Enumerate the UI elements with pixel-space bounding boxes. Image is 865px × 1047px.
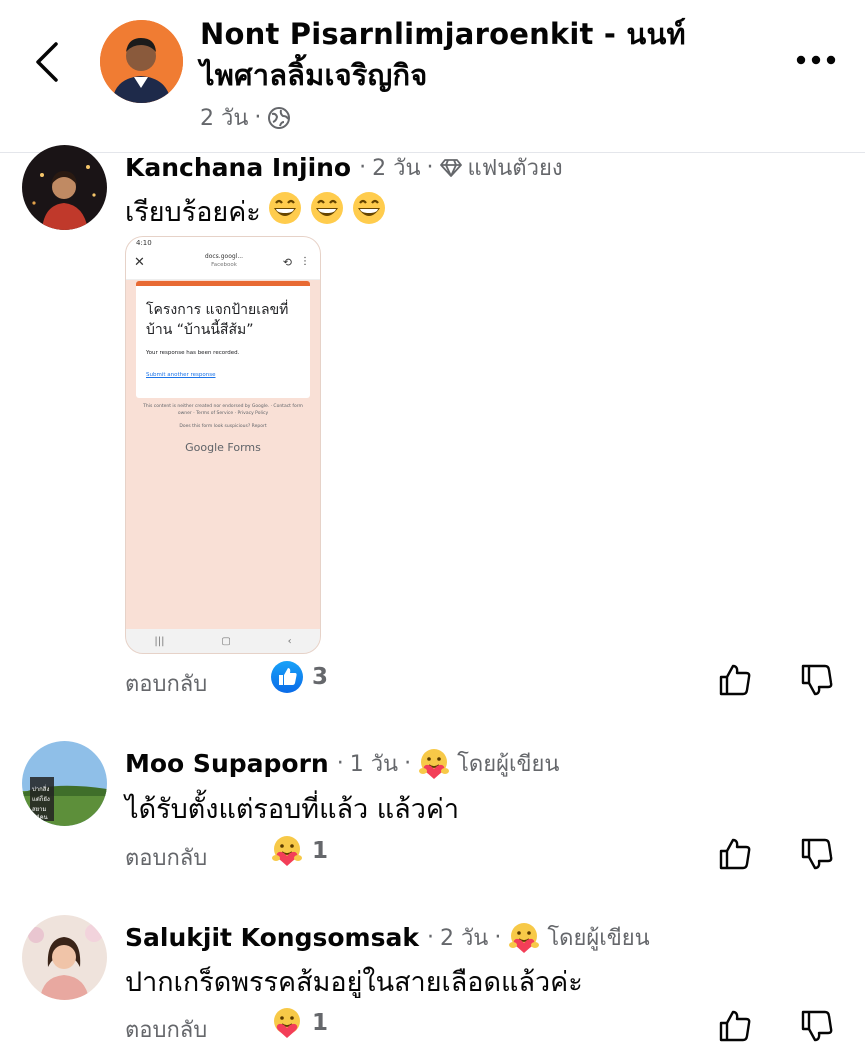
- commenter-name[interactable]: Moo Supaporn: [125, 749, 329, 778]
- reaction-count: 1: [312, 838, 329, 864]
- thumbs-down-icon[interactable]: [799, 662, 835, 698]
- comment-text: เรียบร้อยค่ะ: [125, 190, 387, 233]
- comment-time[interactable]: 2 วัน: [440, 920, 488, 955]
- care-emoji-icon: [419, 748, 450, 779]
- grin-emoji-icon: [309, 190, 345, 233]
- reply-button[interactable]: ตอบกลับ: [125, 666, 207, 701]
- globe-icon: [268, 106, 291, 129]
- recent-apps-icon: |||: [154, 635, 165, 647]
- submit-another-link: Submit another response: [146, 372, 216, 378]
- comment-actions: ตอบกลับ 1: [125, 1006, 865, 1046]
- comment-actions: ตอบกลับ 1: [125, 834, 865, 874]
- author-badge: โดยผู้เขียน: [457, 752, 560, 777]
- more-options-icon[interactable]: [795, 52, 837, 68]
- form-recorded-note: Your response has been recorded.: [146, 350, 240, 356]
- post-time[interactable]: 2 วัน: [200, 100, 248, 135]
- google-forms-logo: Google Forms: [185, 441, 261, 454]
- comment-text: ปากเกร็ดพรรคส้มอยู่ในสายเลือดแล้วค่ะ: [125, 967, 583, 998]
- comment-header: Kanchana Injino · 2 วัน · แฟนตัวยง: [125, 150, 563, 185]
- svg-text:แต่ก็ยัง: แต่ก็ยัง: [32, 794, 50, 803]
- svg-text:ปากสิ่ง: ปากสิ่ง: [32, 785, 49, 793]
- diamond-icon: [439, 158, 462, 177]
- post-header: Nont Pisarnlimjaroenkit - นนท์ ไพศาลลิ้ม…: [0, 0, 865, 153]
- nav-back-icon: ‹: [287, 635, 292, 647]
- browser-url: docs.googl... Facebook: [204, 253, 244, 268]
- post-meta: 2 วัน ·: [200, 100, 291, 135]
- meta-separator: ·: [359, 155, 367, 180]
- reaction-summary[interactable]: 1: [270, 1006, 328, 1040]
- thumbs-up-icon[interactable]: [717, 836, 753, 872]
- form-title: โครงการ แจกป้ายเลขที่บ้าน “บ้านนี้สีส้ม”: [146, 302, 289, 338]
- close-icon: ✕: [134, 255, 145, 270]
- thumbs-down-icon[interactable]: [799, 836, 835, 872]
- comment-text: ได้รับตั้งแต่รอบที่แล้ว แล้วค่า: [125, 794, 460, 825]
- reaction-summary[interactable]: 1: [270, 834, 328, 868]
- comment-meta: · 2 วัน · โดยผู้เขียน: [427, 920, 650, 955]
- care-reaction-icon: [272, 836, 302, 866]
- comment-meta: · 1 วัน · โดยผู้เขียน: [336, 746, 560, 781]
- back-arrow-icon[interactable]: [30, 40, 70, 84]
- phone-status-time: 4:10: [126, 237, 320, 249]
- meta-separator: ·: [336, 751, 344, 776]
- care-reaction-icon: [274, 1008, 300, 1038]
- top-fan-badge: แฟนตัวยง: [467, 156, 563, 181]
- meta-separator: ·: [426, 155, 434, 180]
- thumbs-up-icon[interactable]: [717, 1008, 753, 1044]
- like-reaction-icon: [271, 661, 303, 693]
- comment-image-attachment[interactable]: 4:10 ✕ docs.googl... Facebook ⟲ ⋮ โครงกา…: [125, 236, 321, 654]
- comment-time[interactable]: 1 วัน: [350, 746, 398, 781]
- home-icon: ▢: [221, 635, 231, 647]
- form-card: โครงการ แจกป้ายเลขที่บ้าน “บ้านนี้สีส้ม”…: [136, 281, 310, 398]
- comment-header: Salukjit Kongsomsak · 2 วัน · โดยผู้เขีย…: [125, 920, 650, 955]
- grin-emoji-icon: [351, 190, 387, 233]
- reaction-summary[interactable]: 3: [270, 660, 328, 694]
- comment-actions: ตอบกลับ 3: [125, 660, 865, 700]
- commenter-avatar[interactable]: [22, 145, 107, 230]
- kebab-icon: ⋮: [300, 256, 310, 267]
- comment-text-content: เรียบร้อยค่ะ: [125, 197, 261, 228]
- reply-button[interactable]: ตอบกลับ: [125, 1012, 207, 1047]
- thumbs-down-icon[interactable]: [799, 1008, 835, 1044]
- care-emoji-icon: [509, 922, 540, 953]
- commenter-name[interactable]: Kanchana Injino: [125, 153, 351, 182]
- meta-separator: ·: [404, 751, 412, 776]
- comment-meta: · 2 วัน · แฟนตัวยง: [359, 150, 562, 185]
- svg-text:44คน: 44คน: [32, 814, 48, 821]
- reaction-count: 1: [312, 1010, 329, 1036]
- poster-name[interactable]: Nont Pisarnlimjaroenkit - นนท์ ไพศาลลิ้ม…: [200, 14, 760, 96]
- comment-time[interactable]: 2 วัน: [372, 150, 420, 185]
- form-fine-print: This content is neither created nor endo…: [143, 404, 303, 429]
- comment-header: Moo Supaporn · 1 วัน · โดยผู้เขียน: [125, 746, 559, 781]
- reply-button[interactable]: ตอบกลับ: [125, 840, 207, 875]
- meta-separator: ·: [494, 925, 502, 950]
- poster-avatar[interactable]: [100, 20, 183, 103]
- history-icon: ⟲: [282, 256, 292, 269]
- commenter-avatar[interactable]: [22, 915, 107, 1000]
- reaction-count: 3: [312, 664, 329, 690]
- commenter-avatar[interactable]: ปากสิ่ง แต่ก็ยัง สยาม 44คน: [22, 741, 107, 826]
- commenter-name[interactable]: Salukjit Kongsomsak: [125, 923, 419, 952]
- author-badge: โดยผู้เขียน: [547, 926, 650, 951]
- svg-text:สยาม: สยาม: [32, 806, 47, 813]
- meta-separator: ·: [254, 105, 262, 130]
- meta-separator: ·: [426, 925, 434, 950]
- browser-bar: ✕ docs.googl... Facebook ⟲ ⋮: [126, 249, 320, 280]
- phone-nav-bar: ||| ▢ ‹: [126, 629, 320, 653]
- grin-emoji-icon: [267, 190, 303, 233]
- thumbs-up-icon[interactable]: [717, 662, 753, 698]
